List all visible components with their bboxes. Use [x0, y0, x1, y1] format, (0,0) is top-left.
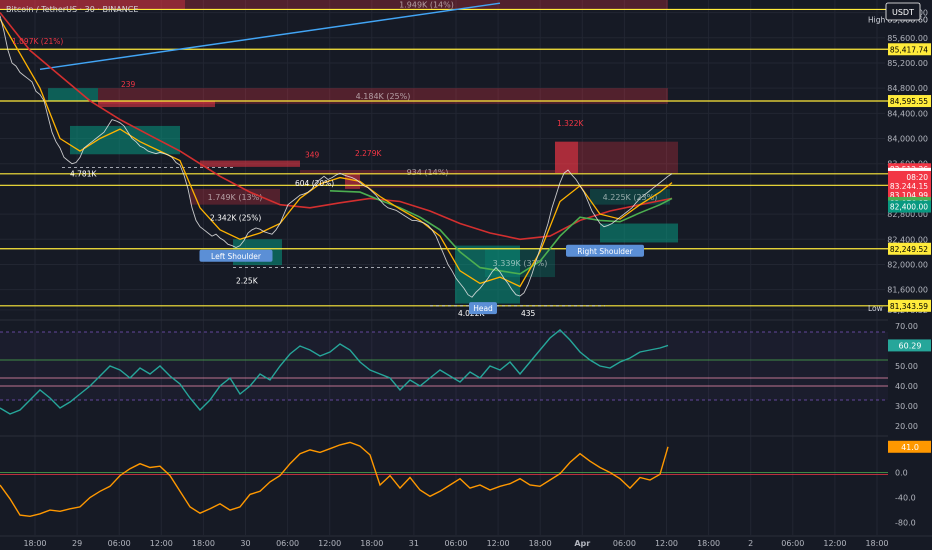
high-label: High — [868, 16, 885, 25]
price-tick-4: 84,400.00 — [887, 109, 928, 118]
annotation-6: 2.25K — [236, 276, 259, 285]
rsi-tick-2: 50.00 — [895, 362, 918, 371]
time-tick-17: 2 — [748, 539, 753, 548]
time-tick-16: 18:00 — [697, 539, 720, 548]
zone-2 — [48, 88, 98, 101]
zone-9 — [555, 141, 578, 174]
price-tick-9: 82,000.00 — [887, 260, 928, 269]
time-tick-2: 06:00 — [108, 539, 131, 548]
annotation-2: 4.781K — [70, 169, 97, 178]
time-tick-12: 18:00 — [529, 539, 552, 548]
osc-current: 41.0 — [901, 443, 919, 452]
annotation-0: 1.097K (21%) — [12, 37, 63, 46]
annotation-1: 239 — [121, 80, 136, 89]
level-tag-2: 84,595.55 — [890, 97, 928, 106]
zone-label-7: 934 (14%) — [407, 168, 449, 177]
level-tag-1: 85,417.74 — [890, 45, 928, 54]
zone-label-17: 4.225K (23%) — [603, 193, 658, 202]
time-tick-9: 31 — [409, 539, 419, 548]
time-tick-13: Apr — [574, 539, 590, 548]
price-tick-5: 84,000.00 — [887, 135, 928, 144]
zone-label-3: 4.184K (25%) — [356, 92, 411, 101]
price-tick-10: 81,600.00 — [887, 286, 928, 295]
annotation-10: 604 (20%) — [295, 179, 334, 188]
zone-label-1: 1.949K (14%) — [399, 1, 454, 10]
rsi-current: 60.29 — [899, 341, 922, 350]
zone-5 — [70, 125, 180, 155]
pattern-label-2: Right Shoulder — [577, 247, 633, 256]
time-tick-18: 06:00 — [781, 539, 804, 548]
low-label: Low — [868, 304, 883, 313]
annotation-3: 349 — [305, 150, 320, 159]
zone-16 — [600, 223, 678, 243]
time-tick-5: 30 — [240, 539, 250, 548]
time-tick-14: 06:00 — [613, 539, 636, 548]
price-tick-1: 85,600.00 — [887, 34, 928, 43]
time-tick-4: 18:00 — [192, 539, 215, 548]
time-tick-11: 12:00 — [487, 539, 510, 548]
zone-label-15: 3.339K (37%) — [493, 259, 548, 268]
annotation-8: 435 — [521, 309, 536, 318]
time-tick-20: 18:00 — [865, 539, 888, 548]
time-tick-15: 12:00 — [655, 539, 678, 548]
time-tick-10: 06:00 — [444, 539, 467, 548]
osc-tick-3: -80.0 — [895, 519, 916, 528]
rsi-tick-3: 40.00 — [895, 382, 918, 391]
time-tick-7: 12:00 — [318, 539, 341, 548]
time-tick-0: 18:00 — [23, 539, 46, 548]
pattern-label-1: Head — [473, 304, 493, 313]
annotation-5: 1.322K — [557, 119, 584, 128]
level-tag-6: 81,343.59 — [890, 302, 928, 311]
level-tag-5: 82,249.52 — [890, 245, 928, 254]
time-tick-6: 06:00 — [276, 539, 299, 548]
time-tick-19: 12:00 — [823, 539, 846, 548]
rsi-tick-0: 70.00 — [895, 322, 918, 331]
price-tick-3: 84,800.00 — [887, 84, 928, 93]
symbol-title: Bitcoin / TetherUS · 30 · BINANCE — [6, 5, 138, 14]
price-tag-6: 82,400.00 — [890, 203, 928, 212]
price-tick-2: 85,200.00 — [887, 59, 928, 68]
currency-label: USDT — [892, 8, 914, 17]
time-tick-3: 12:00 — [150, 539, 173, 548]
annotation-4: 2.279K — [355, 149, 382, 158]
rsi-band — [0, 332, 888, 400]
zone-6 — [200, 160, 300, 167]
annotation-9: 2.342K (25%) — [210, 213, 261, 222]
rsi-tick-4: 30.00 — [895, 402, 918, 411]
time-tick-1: 29 — [72, 539, 82, 548]
pattern-label-0: Left Shoulder — [211, 252, 262, 261]
zone-4 — [98, 100, 215, 108]
time-tick-8: 18:00 — [360, 539, 383, 548]
rsi-tick-5: 20.00 — [895, 422, 918, 431]
currency-button[interactable]: USDT — [885, 2, 921, 21]
osc-tick-2: -40.0 — [895, 494, 916, 503]
chart-canvas[interactable]: 1.949K (14%)4.184K (25%)934 (14%)1.749K … — [0, 0, 932, 550]
osc-tick-1: 0.0 — [895, 468, 908, 477]
